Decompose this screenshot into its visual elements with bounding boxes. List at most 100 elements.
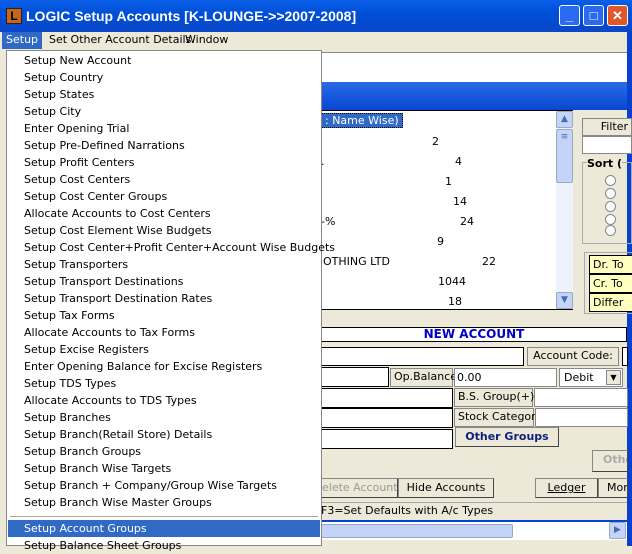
scroll-right-icon[interactable]: ▶ (609, 522, 626, 539)
stock-category-button[interactable]: Stock Category (454, 408, 542, 427)
debit-credit-select[interactable]: Debit ▼ (559, 368, 623, 387)
list-scrollbar[interactable]: ▲ ≡ ▼ (556, 111, 573, 309)
menu-item[interactable]: Setup Transporters (8, 256, 320, 273)
maximize-button[interactable]: □ (583, 5, 604, 26)
menu-item[interactable]: Setup Branch + Company/Group Wise Target… (8, 477, 320, 494)
app-logo-icon: L (6, 8, 22, 24)
debit-credit-value: Debit (564, 371, 594, 384)
sort-radio[interactable] (605, 175, 616, 186)
menu-item[interactable]: Setup New Account (8, 52, 320, 69)
menu-item[interactable]: Setup Pre-Defined Narrations (8, 137, 320, 154)
window-title: LOGIC Setup Accounts [K-LOUNGE->>2007-20… (26, 8, 357, 24)
menu-bar: Setup Set Other Account Details Window (0, 32, 632, 49)
other-groups-button[interactable]: Other Groups (455, 427, 559, 447)
bs-group-input[interactable] (534, 388, 628, 407)
menu-item[interactable]: Setup Excise Registers (8, 341, 320, 358)
difference-label: Differ (589, 293, 632, 312)
menu-item[interactable]: Setup Branch(Retail Store) Details (8, 426, 320, 443)
menu-item[interactable]: Setup Branches (8, 409, 320, 426)
new-account-header: NEW ACCOUNT (321, 327, 627, 342)
scroll-down-icon[interactable]: ▼ (556, 292, 573, 309)
list-caption (321, 82, 627, 110)
filter-label: Filter (582, 118, 632, 136)
close-button[interactable]: ✕ (607, 5, 628, 26)
ledger-button[interactable]: Ledger (535, 478, 598, 498)
sort-radio[interactable] (605, 188, 616, 199)
menu-item[interactable]: Setup Profit Centers (8, 154, 320, 171)
setup-menu-dropdown: Setup New Account Setup Country Setup Stat… (6, 50, 335, 552)
toolbar-area (321, 52, 632, 82)
other-button[interactable]: Othe (592, 450, 628, 472)
sort-group: Sort ( (582, 157, 632, 244)
menu-item[interactable]: Setup TDS Types (8, 375, 320, 392)
field-row4[interactable] (321, 408, 453, 428)
menu-item[interactable]: Setup States (8, 86, 320, 103)
bs-group-button[interactable]: B.S. Group(+) (454, 388, 534, 407)
menu-set-other-account-details[interactable]: Set Other Account Details (45, 32, 195, 49)
menu-item[interactable]: Setup Transport Destinations (8, 273, 320, 290)
delete-account-button[interactable]: elete Account (321, 478, 398, 498)
menu-item[interactable]: Setup Branch Wise Master Groups (8, 494, 320, 511)
account-code-label: Account Code: (527, 347, 619, 366)
list-value[interactable]: 9 (437, 235, 444, 248)
hscroll-thumb[interactable] (321, 524, 513, 538)
menu-item[interactable]: Setup Account Groups (8, 520, 320, 537)
accounts-list[interactable]: : Name Wise) 2 . 4 1 14 -% 24 9 OTHING L… (321, 110, 573, 310)
menu-item[interactable]: Allocate Accounts to Tax Forms (8, 324, 320, 341)
account-field[interactable] (321, 367, 389, 387)
menu-window[interactable]: Window (181, 32, 232, 49)
account-name-input[interactable] (321, 347, 524, 366)
stock-category-input[interactable] (535, 408, 628, 427)
menu-separator (10, 516, 318, 517)
cr-total-label: Cr. To (589, 274, 632, 293)
dr-total-label: Dr. To (589, 255, 632, 274)
op-balance-label: Op.Balance: (390, 368, 461, 387)
right-panel: Filter Sort ( Dr. To Cr. To Differ (578, 112, 632, 322)
menu-item[interactable]: Enter Opening Trial (8, 120, 320, 137)
menu-item[interactable]: Enter Opening Balance for Excise Registe… (8, 358, 320, 375)
sort-radio[interactable] (605, 214, 616, 225)
menu-item[interactable]: Setup City (8, 103, 320, 120)
menu-item[interactable]: Setup Branch Wise Targets (8, 460, 320, 477)
menu-item[interactable]: Setup Country (8, 69, 320, 86)
more-button[interactable]: Mor (598, 478, 628, 498)
list-value[interactable]: 18 (448, 295, 462, 308)
title-bar: L LOGIC Setup Accounts [K-LOUNGE->>2007-… (0, 0, 632, 32)
menu-item[interactable]: Setup Cost Center Groups (8, 188, 320, 205)
status-bar: F3=Set Defaults with A/c Types (321, 502, 627, 518)
minimize-button[interactable]: _ (559, 5, 580, 26)
field-row5[interactable] (321, 429, 453, 449)
totals-box: Dr. To Cr. To Differ (584, 252, 632, 314)
horizontal-scrollbar[interactable]: ▶ (321, 520, 627, 540)
menu-item[interactable]: Allocate Accounts to TDS Types (8, 392, 320, 409)
menu-item[interactable]: Setup Cost Centers (8, 171, 320, 188)
account-code-input[interactable] (622, 347, 628, 366)
list-name[interactable]: -% (321, 215, 335, 228)
list-value[interactable]: 2 (432, 135, 439, 148)
scroll-up-icon[interactable]: ▲ (556, 111, 573, 128)
sort-label: Sort ( (587, 157, 623, 170)
filter-input[interactable] (582, 136, 632, 154)
list-value[interactable]: 22 (482, 255, 496, 268)
menu-item[interactable]: Allocate Accounts to Cost Centers (8, 205, 320, 222)
list-value[interactable]: 1044 (438, 275, 466, 288)
list-header-selected[interactable]: : Name Wise) (321, 113, 403, 128)
menu-item[interactable]: Setup Tax Forms (8, 307, 320, 324)
list-value[interactable]: 14 (453, 195, 467, 208)
menu-item[interactable]: Setup Cost Center+Profit Center+Account … (8, 239, 335, 256)
menu-item[interactable]: Setup Cost Element Wise Budgets (8, 222, 320, 239)
list-value[interactable]: 4 (455, 155, 462, 168)
list-name[interactable]: OTHING LTD (323, 255, 390, 268)
menu-item[interactable]: Setup Transport Destination Rates (8, 290, 320, 307)
menu-item[interactable]: Setup Branch Groups (8, 443, 320, 460)
field-row3[interactable] (321, 388, 453, 408)
sort-radio[interactable] (605, 201, 616, 212)
scroll-thumb[interactable]: ≡ (556, 129, 573, 183)
hide-accounts-button[interactable]: Hide Accounts (398, 478, 494, 498)
list-value[interactable]: 24 (460, 215, 474, 228)
op-balance-input[interactable]: 0.00 (454, 368, 557, 387)
sort-radio[interactable] (605, 225, 616, 236)
dropdown-arrow-icon[interactable]: ▼ (606, 370, 621, 385)
list-value[interactable]: 1 (445, 175, 452, 188)
menu-setup[interactable]: Setup (2, 32, 43, 49)
